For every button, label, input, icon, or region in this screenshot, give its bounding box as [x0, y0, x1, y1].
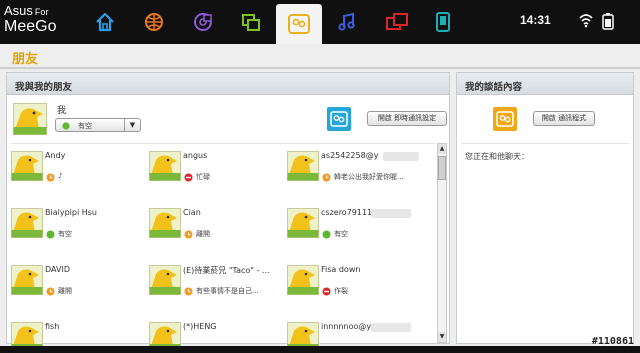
chat-app-icon[interactable]: [493, 107, 517, 131]
friend-status: 離開: [196, 230, 210, 238]
friend-name: Bialypipi Hsu: [45, 208, 97, 217]
busy-status-icon: [322, 287, 331, 296]
my-name: 我: [57, 106, 67, 116]
friends-panel: 我與我的朋友 我 有空 ▼ 開啟 即時通訊設定 Andy ♪ angus 忙碌 as25…: [6, 72, 450, 352]
bottom-bar: [0, 346, 640, 353]
friend-name: DAVID: [45, 265, 70, 274]
web-icon[interactable]: [137, 6, 171, 38]
redacted-text: [371, 209, 411, 218]
apps-icon[interactable]: [234, 6, 268, 38]
away-status-icon: [46, 173, 55, 182]
redacted-text: [383, 152, 419, 161]
friend-name: (*)HENG: [183, 322, 217, 331]
title-divider: [0, 67, 640, 69]
available-status-icon: [62, 122, 70, 130]
chevron-down-icon[interactable]: ▼: [124, 119, 140, 131]
friend-avatar-icon[interactable]: [149, 208, 181, 241]
open-chat-app-button[interactable]: 開啟 通訊程式: [533, 111, 595, 126]
scroll-thumb[interactable]: [438, 156, 446, 180]
friend-item[interactable]: Fisa down 作裂: [287, 265, 423, 305]
friend-name: Cian: [183, 208, 201, 217]
brand-for: For: [34, 7, 49, 17]
people-chat-icon: [496, 111, 514, 127]
friend-status: 作裂: [334, 287, 348, 295]
away-status-icon: [46, 287, 55, 296]
friend-avatar-icon[interactable]: [149, 265, 181, 298]
top-bar: Asus For MeeGo 14:31: [0, 0, 640, 44]
friend-item[interactable]: angus 忙碌: [149, 151, 285, 191]
scroll-up-icon[interactable]: ▲: [438, 144, 446, 154]
friend-status: 有空: [58, 230, 72, 238]
friend-avatar-icon[interactable]: [11, 265, 43, 298]
open-im-settings-button[interactable]: 開啟 即時通訊設定: [367, 111, 447, 126]
friend-name: Fisa down: [321, 265, 361, 274]
brand-line1: Asus: [4, 3, 33, 18]
friends-scrollbar[interactable]: ▲ ▼: [437, 143, 447, 343]
devices-icon[interactable]: [426, 6, 460, 38]
friend-item[interactable]: Bialypipi Hsu 有空: [11, 208, 147, 248]
redacted-text: [371, 323, 411, 332]
friend-status: 離開: [58, 287, 72, 295]
watermark: #110861: [591, 336, 634, 347]
friend-status: 忙碌: [196, 173, 210, 181]
friend-status: 有些事情不是自己...: [196, 287, 259, 295]
friend-item[interactable]: DAVID 離開: [11, 265, 147, 305]
people-icon[interactable]: [276, 4, 322, 44]
my-profile: 我 有空 ▼ 開啟 即時通訊設定: [11, 101, 447, 141]
tasks-icon[interactable]: [380, 6, 414, 38]
app-area: 朋友 我與我的朋友 我 有空 ▼ 開啟 即時通訊設定 Andy ♪ angus 忙碌 a…: [0, 44, 640, 352]
chatting-with-label: 您正在和他聊天：: [465, 152, 529, 161]
friend-avatar-icon[interactable]: [149, 151, 181, 184]
friend-name: (E)待業菸兄 "Taco" - ...: [183, 266, 270, 275]
friend-avatar-icon[interactable]: [11, 208, 43, 241]
media-icon[interactable]: [186, 6, 220, 38]
busy-status-icon: [184, 173, 193, 182]
friends-panel-title: 我與我的朋友: [7, 73, 449, 95]
away-status-icon: [184, 230, 193, 239]
scroll-down-icon[interactable]: ▼: [438, 332, 446, 342]
friend-item[interactable]: as2542258@y 韓老公出我好愛你喔...: [287, 151, 423, 191]
home-icon[interactable]: [88, 6, 122, 38]
clock: 14:31: [520, 13, 551, 27]
away-status-icon: [322, 173, 331, 182]
friend-item[interactable]: Andy ♪: [11, 151, 147, 191]
divider: [461, 143, 629, 144]
my-avatar-icon[interactable]: [13, 103, 47, 138]
friend-item[interactable]: cszero791119@ 有空: [287, 208, 423, 248]
friend-status: ♪: [58, 172, 63, 180]
chat-panel-title: 我的談話內容: [457, 73, 633, 95]
page-title: 朋友: [12, 52, 39, 67]
im-icon-button[interactable]: [327, 107, 351, 131]
divider: [11, 143, 435, 144]
wifi-icon[interactable]: [578, 12, 594, 31]
battery-icon[interactable]: [602, 12, 614, 33]
friend-item[interactable]: Cian 離開: [149, 208, 285, 248]
friend-avatar-icon[interactable]: [11, 151, 43, 184]
friend-status: 有空: [334, 230, 348, 238]
friend-item[interactable]: (E)待業菸兄 "Taco" - ... 有些事情不是自己...: [149, 265, 285, 305]
friend-avatar-icon[interactable]: [287, 151, 319, 184]
my-status-value: 有空: [78, 122, 92, 130]
friend-status: 韓老公出我好愛你喔...: [334, 173, 404, 181]
chat-panel: 我的談話內容 開啟 通訊程式 您正在和他聊天：: [456, 72, 634, 344]
people-chat-icon: [330, 111, 348, 127]
friend-name: Andy: [45, 151, 66, 160]
brand-logo: Asus For MeeGo: [4, 4, 76, 40]
away-status-icon: [184, 287, 193, 296]
friend-avatar-icon[interactable]: [287, 265, 319, 298]
available-status-icon: [46, 230, 55, 239]
friend-name: fish: [45, 322, 60, 331]
my-status-select[interactable]: 有空 ▼: [55, 118, 141, 132]
friend-avatar-icon[interactable]: [287, 208, 319, 241]
brand-line2: MeeGo: [4, 18, 57, 35]
music-icon[interactable]: [330, 6, 364, 38]
available-status-icon: [322, 230, 331, 239]
friend-name: angus: [183, 151, 208, 160]
